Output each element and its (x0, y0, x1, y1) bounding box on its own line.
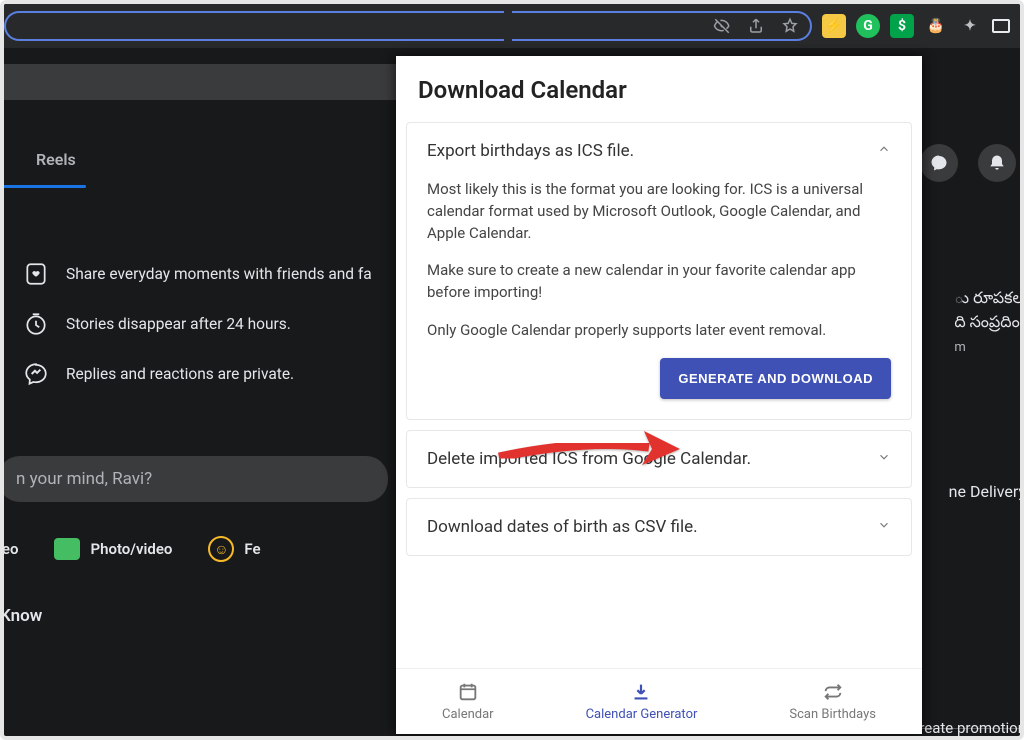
share-icon[interactable] (746, 16, 766, 36)
opt-text: leo (0, 540, 18, 558)
nav-calendar[interactable]: Calendar (442, 681, 494, 722)
extension-icons: ⚡ G $ 🎂 ✦ (812, 14, 1020, 38)
opt-text: Fe (244, 540, 260, 558)
card-header-export-ics[interactable]: Export birthdays as ICS file. (407, 123, 911, 179)
composer-text: n your mind, Ravi? (16, 469, 152, 489)
chevron-down-icon (877, 517, 891, 537)
extension-birthday-icon[interactable]: 🎂 (924, 14, 948, 38)
timer-icon (22, 310, 50, 338)
p3: Only Google Calendar properly supports l… (427, 320, 891, 342)
card-header-text: Export birthdays as ICS file. (427, 141, 634, 161)
feeling-icon: ☺ (208, 536, 234, 562)
download-calendar-panel: Download Calendar Export birthdays as IC… (396, 56, 922, 734)
omnibox-actions (512, 11, 812, 41)
tip-text: Share everyday moments with friends and … (66, 265, 372, 283)
bottom-nav: Calendar Calendar Generator Scan Birthda… (396, 668, 922, 734)
nav-calendar-generator[interactable]: Calendar Generator (586, 681, 698, 722)
messenger-icon (22, 360, 50, 388)
generate-download-button[interactable]: GENERATE AND DOWNLOAD (660, 358, 891, 399)
extension-cash-icon[interactable]: $ (890, 14, 914, 38)
option-feeling[interactable]: ☺ Fe (208, 536, 260, 562)
panel-body: Export birthdays as ICS file. Most likel… (396, 122, 922, 668)
p1: Most likely this is the format you are l… (427, 179, 891, 244)
chevron-down-icon (877, 449, 891, 469)
card-header-delete-ics[interactable]: Delete imported ICS from Google Calendar… (407, 431, 911, 487)
card-body-export-ics: Most likely this is the format you are l… (407, 179, 911, 419)
tab-indicator (0, 185, 86, 188)
card-header-text: Delete imported ICS from Google Calendar… (427, 449, 751, 469)
option-photo[interactable]: Photo/video (54, 538, 172, 560)
tab-reels[interactable]: Reels (0, 150, 112, 169)
photo-icon (54, 538, 80, 560)
repeat-icon (822, 681, 844, 703)
window-icon[interactable] (992, 19, 1010, 33)
card-heart-icon (22, 260, 50, 288)
delivery-text: ne Delivery (949, 482, 1024, 501)
notifications-button[interactable] (978, 144, 1016, 182)
star-icon[interactable] (780, 16, 800, 36)
card-header-text: Download dates of birth as CSV file. (427, 517, 698, 537)
messenger-button[interactable] (920, 144, 958, 182)
panel-title: Download Calendar (396, 56, 922, 122)
nav-label: Calendar Generator (586, 707, 698, 722)
opt-text: Photo/video (90, 540, 172, 558)
extensions-menu-icon[interactable]: ✦ (958, 14, 982, 38)
browser-toolbar: ⚡ G $ 🎂 ✦ (4, 4, 1020, 48)
card-download-csv: Download dates of birth as CSV file. (406, 498, 912, 556)
nav-scan-birthdays[interactable]: Scan Birthdays (789, 681, 876, 722)
extension-flash-icon[interactable]: ⚡ (822, 14, 846, 38)
card-delete-ics: Delete imported ICS from Google Calendar… (406, 430, 912, 488)
telugu-text: ు రూపకల్ప ది సంప్రదిం m (954, 286, 1024, 358)
chevron-up-icon (877, 141, 891, 161)
tip-text: Replies and reactions are private. (66, 365, 294, 383)
p2: Make sure to create a new calendar in yo… (427, 260, 891, 304)
nav-label: Calendar (442, 707, 494, 722)
eye-off-icon[interactable] (712, 16, 732, 36)
download-icon (630, 681, 652, 703)
nav-label: Scan Birthdays (789, 707, 876, 722)
tip-text: Stories disappear after 24 hours. (66, 315, 291, 333)
viewport: ⚡ G $ 🎂 ✦ k Reels Share everyday moments… (0, 0, 1024, 740)
fb-top-right (920, 144, 1016, 182)
option-video[interactable]: leo (0, 540, 18, 558)
extension-grammarly-icon[interactable]: G (856, 14, 880, 38)
calendar-icon (457, 681, 479, 703)
composer[interactable]: n your mind, Ravi? (0, 456, 388, 502)
card-export-ics: Export birthdays as ICS file. Most likel… (406, 122, 912, 420)
card-header-download-csv[interactable]: Download dates of birth as CSV file. (407, 499, 911, 555)
omnibox[interactable] (4, 11, 504, 41)
